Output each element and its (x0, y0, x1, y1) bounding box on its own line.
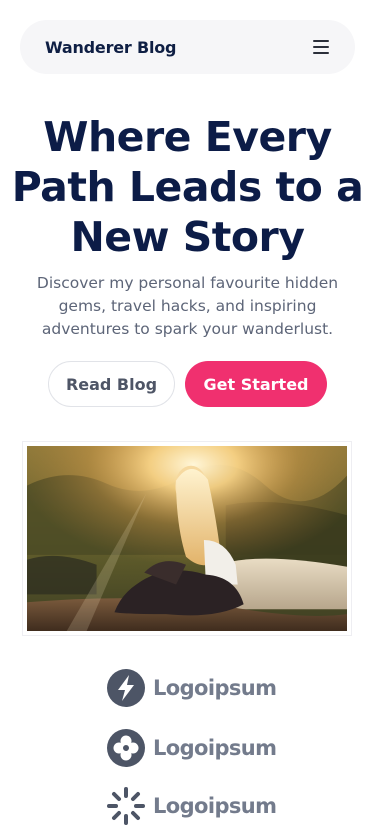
hero-subtitle: Discover my personal favourite hidden ge… (36, 274, 339, 338)
logo-name: Logoipsum (153, 736, 277, 760)
four-leaf-clover-icon (107, 729, 145, 767)
logo-name: Logoipsum (153, 794, 277, 818)
sunburst-icon (107, 787, 145, 825)
navbar: Wanderer Blog (20, 20, 355, 74)
partner-logo-2: Logoipsum (107, 728, 277, 768)
partner-logo-1: Logoipsum (107, 668, 277, 708)
logo-name: Logoipsum (153, 676, 277, 700)
partner-logo-3: Logoipsum (107, 786, 277, 826)
woman-by-lake-photo (27, 446, 347, 631)
lightning-bolt-icon (107, 669, 145, 707)
read-blog-button[interactable]: Read Blog (48, 361, 175, 407)
hero-title: Where Every Path Leads to a New Story (11, 113, 364, 261)
brand-logo-text[interactable]: Wanderer Blog (45, 38, 177, 57)
get-started-button[interactable]: Get Started (185, 361, 327, 407)
hero-image (22, 441, 352, 636)
hamburger-menu-icon[interactable] (313, 40, 329, 54)
